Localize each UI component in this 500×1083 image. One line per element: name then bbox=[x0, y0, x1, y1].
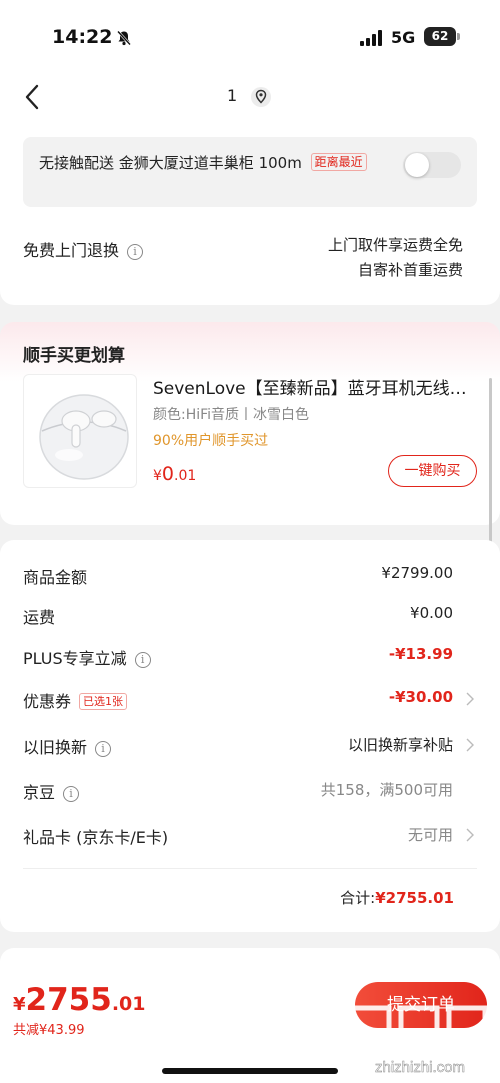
row-label: 以旧换新 bbox=[23, 738, 88, 757]
price-symbol: ¥ bbox=[153, 468, 162, 484]
row-label: 商品金额 bbox=[23, 568, 88, 587]
bottom-bar: ¥2755.01 共减¥43.99 提交订单 zhizhizhi.com bbox=[0, 948, 500, 1083]
row-label-wrap: 以旧换新 i bbox=[23, 734, 112, 758]
battery-tip bbox=[457, 33, 460, 40]
price-integer: 0 bbox=[161, 463, 175, 485]
return-desc-line2: 自寄补首重运费 bbox=[357, 261, 463, 279]
location-icon[interactable] bbox=[250, 86, 272, 108]
total-row: 合计:¥2755.01 bbox=[340, 887, 454, 908]
row-label: 京豆 bbox=[23, 783, 56, 802]
row-value: ¥2799.00 bbox=[381, 564, 453, 582]
divider bbox=[23, 868, 477, 869]
row-label-wrap: 京豆 i bbox=[23, 779, 80, 803]
nav-count: 1 bbox=[227, 86, 238, 105]
product-price: ¥0.01 bbox=[153, 463, 196, 485]
saved-amount: 共减¥43.99 bbox=[13, 1023, 85, 1038]
return-label: 免费上门退换 bbox=[23, 241, 120, 260]
row-value: 以旧换新享补贴 bbox=[347, 736, 453, 754]
info-icon[interactable]: i bbox=[134, 652, 151, 668]
row-label: PLUS专享立减 bbox=[23, 649, 127, 668]
locker-option[interactable]: 无接触配送 金狮大厦过道丰巢柜 100m 距离最近 bbox=[23, 137, 477, 207]
locker-text: 无接触配送 金狮大厦过道丰巢柜 100m 距离最近 bbox=[39, 153, 379, 174]
total-amount: ¥2755.01 bbox=[375, 889, 454, 907]
price-symbol: ¥ bbox=[13, 994, 26, 1015]
recommend-title: 顺手买更划算 bbox=[23, 346, 125, 366]
row-jingdou[interactable]: 京豆 i 共158，满500可用 bbox=[23, 775, 477, 805]
locker-toggle[interactable] bbox=[403, 152, 461, 178]
price-integer: 2755 bbox=[25, 982, 112, 1018]
order-total-price: ¥2755.01 bbox=[13, 982, 145, 1018]
product-spec: 颜色:HiFi音质丨冰雪白色 bbox=[153, 407, 310, 423]
watermark-text: zhizhizhi.com bbox=[375, 1059, 465, 1076]
buy-stat: 90%用户顺手买过 bbox=[153, 433, 269, 449]
row-value: ¥0.00 bbox=[410, 604, 453, 622]
row-coupon[interactable]: 优惠券 已选1张 -¥30.00 bbox=[23, 684, 477, 714]
toggle-knob bbox=[405, 153, 429, 177]
return-desc: 上门取件享运费全免 自寄补首重运费 bbox=[328, 233, 463, 283]
battery-indicator: 62 bbox=[424, 27, 456, 46]
delivery-card: 无接触配送 金狮大厦过道丰巢柜 100m 距离最近 免费上门退换 i 上门取件享运… bbox=[0, 125, 500, 305]
row-label: 运费 bbox=[23, 608, 56, 627]
nav-bar: 1 bbox=[0, 70, 500, 125]
status-time: 14:22 bbox=[52, 26, 113, 48]
one-click-buy-button[interactable]: 一键购买 bbox=[388, 455, 477, 487]
watermark-logo: zhizhizhi.com bbox=[350, 1005, 488, 1076]
nearest-badge: 距离最近 bbox=[310, 153, 367, 171]
row-value: -¥13.99 bbox=[388, 645, 453, 663]
coupon-badge: 已选1张 bbox=[79, 693, 128, 710]
row-value: -¥30.00 bbox=[388, 688, 453, 706]
info-icon[interactable]: i bbox=[63, 786, 80, 802]
price-decimal: .01 bbox=[174, 468, 197, 484]
return-label-row: 免费上门退换 i bbox=[23, 237, 144, 261]
row-shipping: 运费 ¥0.00 bbox=[23, 600, 477, 630]
row-value: 无可用 bbox=[407, 826, 453, 844]
back-icon[interactable] bbox=[22, 82, 44, 112]
chevron-right-icon bbox=[466, 738, 474, 752]
network-label: 5G bbox=[391, 28, 416, 47]
recommend-card: 顺手买更划算 SevenLove【至臻新品】蓝牙耳机无线… 颜色:HiFi音质丨… bbox=[0, 322, 500, 525]
home-indicator bbox=[162, 1068, 338, 1074]
price-decimal: .01 bbox=[111, 993, 146, 1015]
row-trade-in[interactable]: 以旧换新 i 以旧换新享补贴 bbox=[23, 730, 477, 760]
row-label-wrap: PLUS专享立减 i bbox=[23, 645, 151, 669]
status-bar: 14:22 5G 62 bbox=[0, 0, 500, 70]
row-gift-card[interactable]: 礼品卡 (京东卡/E卡) 无可用 bbox=[23, 820, 477, 850]
locker-description: 无接触配送 金狮大厦过道丰巢柜 bbox=[39, 154, 254, 172]
info-icon[interactable]: i bbox=[95, 741, 112, 757]
product-name[interactable]: SevenLove【至臻新品】蓝牙耳机无线… bbox=[153, 374, 473, 399]
chevron-right-icon bbox=[466, 692, 474, 706]
locker-distance: 100m bbox=[258, 154, 302, 172]
info-icon[interactable]: i bbox=[127, 244, 144, 260]
earbuds-case-icon bbox=[39, 394, 129, 480]
chevron-right-icon bbox=[466, 828, 474, 842]
row-goods-amount: 商品金额 ¥2799.00 bbox=[23, 560, 477, 590]
row-label: 礼品卡 (京东卡/E卡) bbox=[23, 828, 169, 847]
price-details-card: 商品金额 ¥2799.00 运费 ¥0.00 PLUS专享立减 i -¥13.99… bbox=[0, 540, 500, 932]
product-image[interactable] bbox=[23, 374, 137, 488]
return-desc-line1: 上门取件享运费全免 bbox=[327, 236, 463, 254]
signal-icon bbox=[360, 30, 382, 46]
total-label: 合计: bbox=[340, 889, 376, 907]
row-label-wrap: 优惠券 已选1张 bbox=[23, 688, 128, 712]
row-label: 优惠券 bbox=[23, 692, 72, 711]
row-value: 共158，满500可用 bbox=[320, 781, 453, 799]
bell-muted-icon bbox=[117, 30, 131, 46]
row-plus-discount: PLUS专享立减 i -¥13.99 bbox=[23, 641, 477, 671]
